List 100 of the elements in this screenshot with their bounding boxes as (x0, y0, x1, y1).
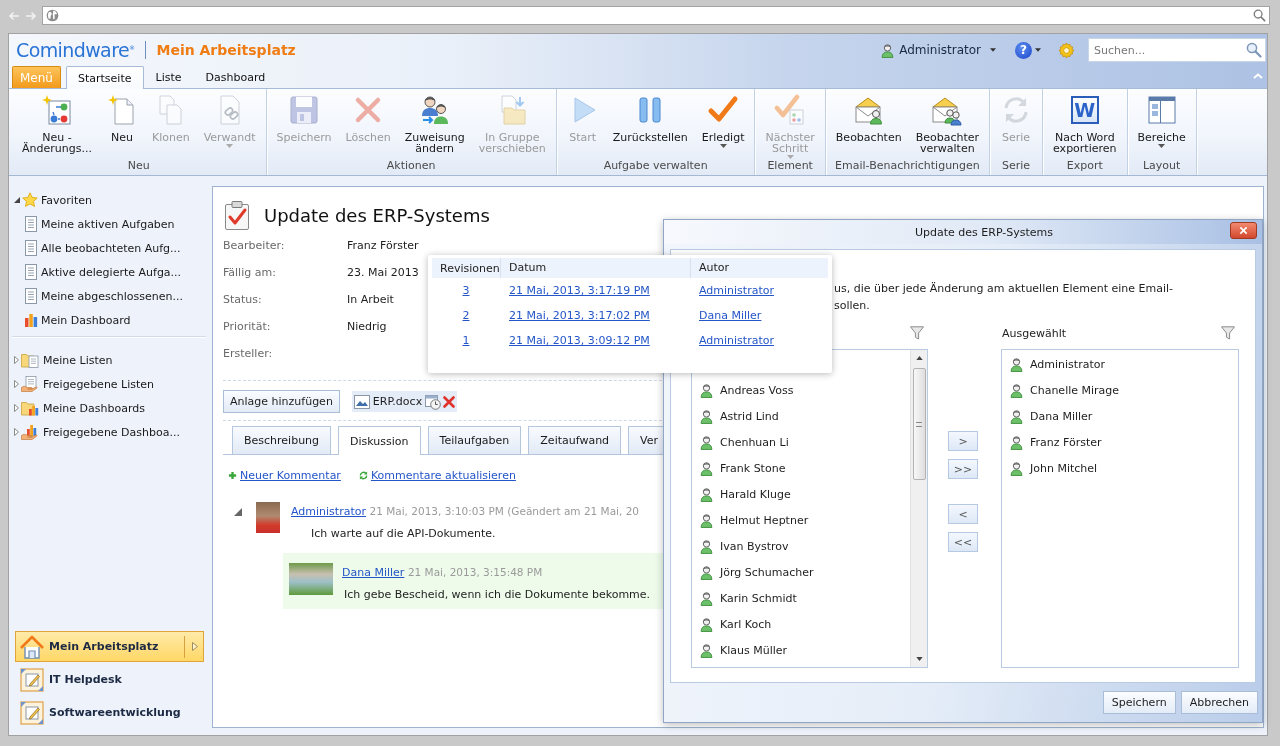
tab[interactable]: Diskussion (338, 426, 421, 455)
search-icon[interactable] (1246, 42, 1262, 58)
field-label: Ersteller: (223, 347, 274, 360)
list-item[interactable]: Andreas Voss (692, 377, 910, 403)
scroll-thumb[interactable] (912, 368, 926, 480)
ribbon-button[interactable]: Zurückstellen (605, 94, 695, 143)
comment-text: Ich gebe Bescheid, wenn ich die Dokumente bekomme. (343, 587, 651, 603)
list-item[interactable]: Administrator (1002, 351, 1238, 377)
field-value: Franz Förster (347, 239, 419, 252)
list-item[interactable]: Klaus Müller (692, 637, 910, 663)
revision-link[interactable]: 1 (462, 334, 470, 347)
tree-item[interactable]: Aktive delegierte Aufga... (24, 264, 182, 280)
dialog-button[interactable]: Abbrechen (1180, 691, 1258, 714)
filter-icon[interactable] (910, 326, 924, 340)
move-button[interactable]: > (948, 431, 978, 451)
tree-item[interactable]: Meine Dashboards (21, 400, 145, 416)
tab[interactable]: Teilaufgaben (427, 426, 522, 454)
filter-icon[interactable] (1221, 326, 1235, 340)
attachment-name[interactable]: ERP.docx (372, 395, 423, 408)
collapsed-arrow-icon[interactable] (14, 428, 19, 436)
notepad-pencil-icon (19, 699, 45, 726)
list-item[interactable]: Franz Förster (1002, 429, 1238, 455)
list-item[interactable]: Harald Kluge (692, 481, 910, 507)
tree-item[interactable]: Meine abgeschlossenen... (24, 288, 183, 304)
settings-icon[interactable] (1058, 41, 1075, 59)
list-item[interactable]: Dana Miller (1002, 403, 1238, 429)
date-link[interactable]: 21 Mai, 2013, 3:17:19 PM (509, 284, 650, 297)
ribbon-button[interactable]: Neu (98, 94, 145, 143)
action-link[interactable]: Neuer Kommentar (228, 468, 341, 482)
dialog-button[interactable]: Speichern (1102, 691, 1176, 714)
tab[interactable]: Startseite (66, 66, 144, 89)
list-item[interactable]: Chenhuan Li (692, 429, 910, 455)
ribbon-button[interactable]: Zuweisung ändern (397, 94, 472, 154)
date-link[interactable]: 21 Mai, 2013, 3:09:12 PM (509, 334, 650, 347)
logo-text: Comindware$^{®}$ (16, 39, 135, 61)
tree-item[interactable]: Mein Dashboard (24, 312, 131, 328)
ribbon-button[interactable]: W Nach Word exportieren (1046, 94, 1124, 154)
ribbon-button[interactable]: Beobachten (828, 94, 909, 143)
ribbon-button[interactable]: Neu - Änderungs... (15, 94, 99, 154)
move-button[interactable]: << (948, 532, 978, 552)
revision-link[interactable]: 3 (462, 284, 470, 297)
star-icon (22, 192, 38, 208)
ribbon-button[interactable]: Bereiche (1130, 94, 1193, 148)
scroll-up-arrow-icon[interactable] (915, 356, 923, 360)
search-field[interactable]: Suchen... (1088, 38, 1266, 62)
date-link[interactable]: 21 Mai, 2013, 3:17:02 PM (509, 309, 650, 322)
scroll-down-arrow-icon[interactable] (915, 657, 923, 661)
list-item[interactable]: John Mitchel (1002, 455, 1238, 481)
tree-item[interactable]: Meine Listen (21, 352, 113, 368)
move-button[interactable]: < (948, 504, 978, 524)
list-item[interactable]: Chanelle Mirage (1002, 377, 1238, 403)
author-link[interactable]: Administrator (291, 505, 366, 518)
column-header: Autor (690, 258, 828, 278)
ribbon-button[interactable]: Erledigt (694, 94, 752, 148)
revision-link[interactable]: 2 (462, 309, 470, 322)
column-header: Datum (500, 258, 690, 278)
calendar-clock-icon[interactable] (425, 393, 442, 410)
close-button[interactable] (1230, 222, 1257, 239)
tab[interactable]: Zeitaufwand (528, 426, 622, 454)
tree-item[interactable]: Meine aktiven Aufgaben (24, 216, 175, 232)
expanded-arrow-icon[interactable] (14, 197, 20, 203)
author-link[interactable]: Dana Miller (342, 566, 405, 579)
scrollbar[interactable] (910, 350, 927, 667)
workspace-nav-item[interactable]: IT Helpdesk (15, 664, 204, 695)
tree-item[interactable]: Freigegebene Listen (21, 376, 155, 392)
address-field[interactable] (42, 6, 1270, 25)
author-link[interactable]: Administrator (699, 284, 774, 297)
list-item[interactable]: Jörg Schumacher (692, 559, 910, 585)
tab[interactable]: Liste (143, 66, 194, 88)
move-button[interactable]: >> (948, 459, 978, 479)
chevron-right-icon[interactable] (192, 642, 198, 651)
author-link[interactable]: Dana Miller (699, 309, 762, 322)
tree-item[interactable]: Favoriten (22, 192, 92, 208)
tab[interactable]: Beschreibung (232, 426, 332, 454)
shared-document-icon (21, 376, 39, 392)
add-attachment-button[interactable]: Anlage hinzufügen (223, 390, 340, 413)
chevron-up-icon[interactable] (1253, 73, 1263, 79)
search-icon[interactable] (1253, 9, 1266, 22)
tab[interactable]: Dashboard (193, 66, 278, 88)
ribbon-button[interactable]: Beobachter verwalten (908, 94, 987, 154)
user-menu-button[interactable]: Administrator (881, 42, 996, 58)
list-item[interactable]: Karl Koch (692, 611, 910, 637)
list-item[interactable]: Helmut Heptner (692, 507, 910, 533)
action-link[interactable]: Kommentare aktualisieren (358, 468, 516, 482)
comment-timestamp: 21 Mai, 2013, 3:15:48 PM (407, 566, 543, 578)
collapsed-arrow-icon[interactable] (14, 404, 19, 412)
collapsed-arrow-icon[interactable] (14, 356, 19, 364)
list-item[interactable]: Karin Schmidt (692, 585, 910, 611)
list-item[interactable]: Frank Stone (692, 455, 910, 481)
collapsed-arrow-icon[interactable] (14, 380, 19, 388)
tree-item[interactable]: Freigegebene Dashboa... (21, 424, 180, 440)
delete-x-icon[interactable] (443, 395, 456, 408)
user-icon (1010, 382, 1023, 398)
author-link[interactable]: Administrator (699, 334, 774, 347)
workspace-nav-item[interactable]: Softwareentwicklung (15, 697, 204, 728)
tree-item[interactable]: Alle beobachteten Aufg... (24, 240, 181, 256)
workspace-nav-item[interactable]: Mein Arbeitsplatz (15, 631, 204, 662)
collapse-triangle-icon[interactable] (234, 508, 242, 516)
list-item[interactable]: Astrid Lind (692, 403, 910, 429)
list-item[interactable]: Ivan Bystrov (692, 533, 910, 559)
